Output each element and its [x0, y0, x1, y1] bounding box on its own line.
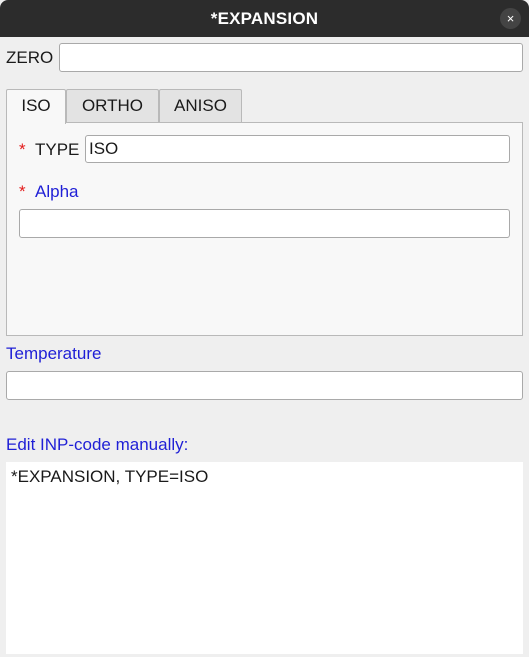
zero-label: ZERO	[6, 48, 54, 67]
alpha-label[interactable]: Alpha	[35, 181, 78, 203]
tab-aniso[interactable]: ANISO	[159, 89, 242, 123]
type-input[interactable]	[85, 135, 510, 163]
temperature-input[interactable]	[6, 371, 523, 400]
expansion-dialog: *EXPANSION × ZERO ISO ORTHO ANISO * TYPE…	[0, 0, 529, 657]
type-required-mark: *	[19, 140, 26, 159]
title-bar: *EXPANSION ×	[0, 0, 529, 37]
tab-iso[interactable]: ISO	[6, 89, 66, 124]
window-title: *EXPANSION	[210, 9, 319, 28]
close-icon[interactable]: ×	[500, 8, 521, 29]
alpha-required-mark: *	[19, 182, 26, 201]
type-label: TYPE	[35, 140, 80, 159]
temperature-label[interactable]: Temperature	[6, 343, 101, 365]
zero-input[interactable]	[59, 43, 523, 72]
inp-code-editor[interactable]: *EXPANSION, TYPE=ISO	[6, 462, 523, 654]
alpha-input[interactable]	[19, 209, 510, 238]
inp-code-label: Edit INP-code manually:	[6, 435, 189, 454]
tab-ortho[interactable]: ORTHO	[66, 89, 159, 123]
